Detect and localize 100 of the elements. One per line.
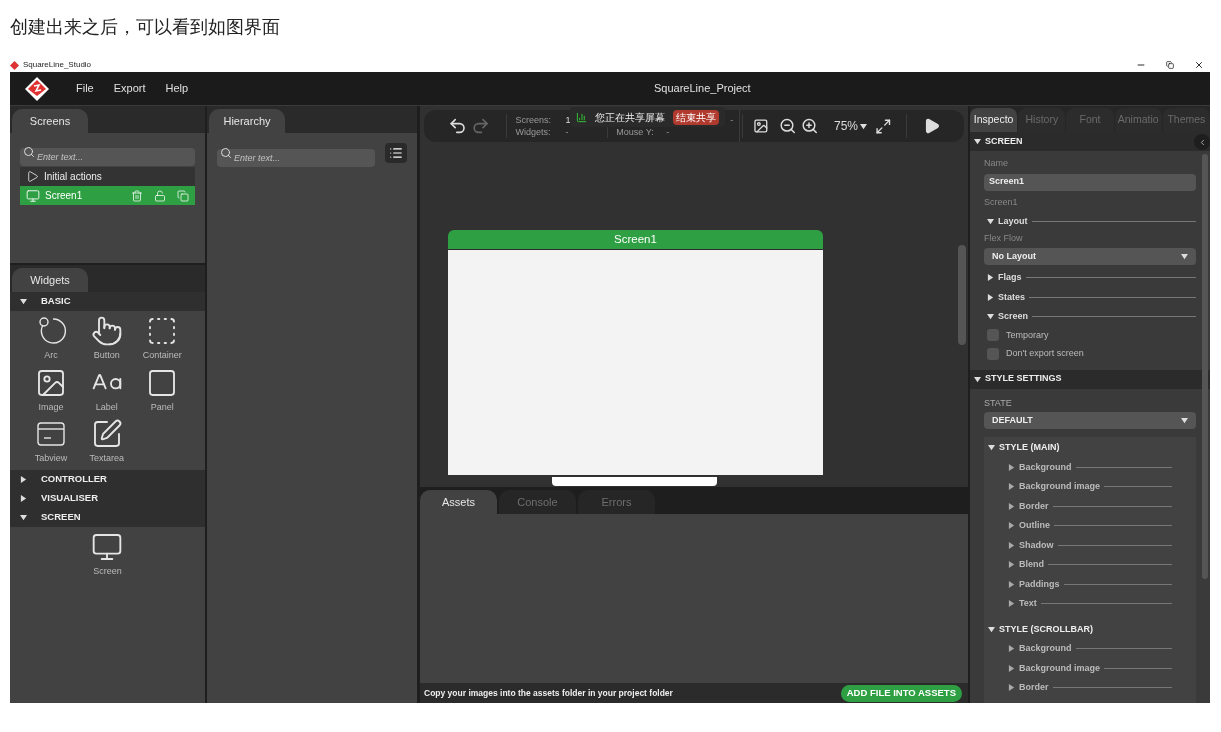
style-property[interactable]: Paddings [1019,577,1060,591]
signal-icon [576,111,587,123]
widget-tile[interactable]: Screen [80,530,135,578]
collapse-triangle-icon[interactable] [1181,417,1188,424]
vertical-scrollbar[interactable] [958,245,966,345]
widget-label: Container [142,349,182,362]
list-view-button[interactable] [385,143,407,163]
screen-name: Screen1 [45,189,84,203]
widget-label: Button [93,349,120,362]
style-property[interactable]: Background [1019,460,1072,474]
screen-preview-header: Screen1 [448,230,823,249]
panel-tab[interactable]: Screens [12,109,88,133]
collapse-triangle-icon[interactable] [987,313,994,321]
style-property[interactable]: Outline [1019,519,1050,533]
menu-item[interactable]: Help [155,80,199,97]
stop-sharing-button[interactable]: 结束共享 [673,109,719,125]
style-property[interactable]: Background image [1019,480,1101,494]
collapse-triangle-icon[interactable] [988,625,995,633]
search-field[interactable]: Enter text... [20,148,195,166]
expand-triangle-icon[interactable] [20,494,27,502]
expand-triangle-icon[interactable] [987,274,994,282]
vertical-scrollbar[interactable] [1202,154,1208,579]
checkbox[interactable] [987,329,999,342]
group-title[interactable]: Screen [998,310,1029,324]
screen-list-item[interactable]: Screen1 [20,186,195,205]
screen-list-item[interactable]: Initial actions [20,167,195,186]
style-property[interactable]: Background image [1019,661,1101,675]
panel-tab[interactable]: Widgets [12,268,88,292]
widget-tile[interactable]: Textarea [79,418,134,466]
expand-triangle-icon[interactable] [1008,664,1015,672]
inspector-tab[interactable]: Inspecto [970,108,1018,132]
collapse-triangle-icon[interactable] [987,218,994,226]
image-icon[interactable] [753,117,770,135]
widget-tile[interactable]: Container [135,315,190,363]
stat-value: - [730,114,734,126]
widget-tile[interactable]: Button [79,315,134,363]
expand-triangle-icon[interactable] [1008,600,1015,608]
collapse-triangle-icon[interactable] [20,513,27,521]
widget-group-header[interactable]: CONTROLLER [10,469,205,489]
list-icon [389,146,403,160]
zoom-in-icon[interactable] [800,116,818,136]
style-property[interactable]: Background [1019,642,1072,656]
panel-tab[interactable]: Console [499,490,576,514]
style-group-title[interactable]: STYLE (MAIN) [999,441,1060,455]
panel-tab[interactable]: Hierarchy [209,109,285,133]
widget-tile[interactable]: Tabview [24,418,78,466]
expand-triangle-icon[interactable] [1008,580,1015,588]
unlock-icon[interactable] [154,189,166,202]
menu-item[interactable]: File [66,80,104,97]
search-field[interactable]: Enter text... [217,149,375,167]
expand-triangle-icon[interactable] [1008,463,1015,471]
collapse-triangle-icon[interactable] [1181,253,1188,260]
expand-triangle-icon[interactable] [987,293,994,301]
widget-group-header[interactable]: BASIC [10,292,205,311]
group-title[interactable]: Flags [998,271,1022,285]
expand-triangle-icon[interactable] [1008,522,1015,530]
expand-triangle-icon[interactable] [1008,483,1015,491]
menu-item[interactable]: Export [103,80,156,97]
close-icon[interactable] [1194,60,1204,70]
name-field[interactable]: Screen1 [984,173,1196,191]
zoom-dropdown[interactable]: 75% [833,117,867,135]
collapse-triangle-icon[interactable] [988,444,995,452]
expand-triangle-icon[interactable] [20,475,27,483]
add-file-button[interactable]: ADD FILE INTO ASSETS [840,684,962,702]
stat-value: - [565,126,569,138]
group-title[interactable]: States [998,290,1025,304]
style-property[interactable]: Shadow [1019,538,1054,552]
expand-triangle-icon[interactable] [1008,502,1015,510]
collapse-triangle-icon[interactable] [974,375,981,383]
delete-icon[interactable] [131,189,143,202]
expand-triangle-icon[interactable] [1008,561,1015,569]
group-title[interactable]: Layout [998,215,1028,229]
restore-icon[interactable] [1166,61,1174,69]
expand-triangle-icon[interactable] [1008,645,1015,653]
style-group-title[interactable]: STYLE (SCROLLBAR) [999,622,1093,636]
search-icon [220,147,232,159]
checkbox[interactable] [987,347,999,360]
expand-triangle-icon[interactable] [1008,684,1015,692]
panel-tab[interactable]: Errors [578,490,655,514]
widget-tile[interactable]: Label [79,366,134,414]
style-property[interactable]: Blend [1019,558,1044,572]
style-property[interactable]: Border [1019,499,1049,513]
collapse-triangle-icon[interactable] [20,298,27,305]
section-header[interactable]: STYLE SETTINGS [970,369,1210,389]
expand-triangle-icon[interactable] [1008,541,1015,549]
state-dropdown[interactable]: DEFAULT [984,412,1196,429]
collapse-triangle-icon[interactable] [974,138,981,145]
style-property[interactable]: Text [1019,597,1037,611]
section-header[interactable]: SCREEN [970,132,1210,151]
zoom-out-icon[interactable] [779,116,797,136]
widget-tile[interactable]: Arc [24,315,78,363]
horizontal-scrollbar[interactable] [552,477,717,486]
collapse-triangle-icon[interactable] [860,122,867,130]
widget-tile[interactable]: Image [24,366,78,414]
layout-dropdown[interactable]: No Layout [984,248,1196,265]
style-property[interactable]: Border [1019,681,1049,695]
panel-tab[interactable]: Assets [420,490,497,514]
widget-label: Image [38,400,64,414]
widget-label: Arc [44,349,58,362]
widget-tile[interactable]: Panel [135,366,190,414]
